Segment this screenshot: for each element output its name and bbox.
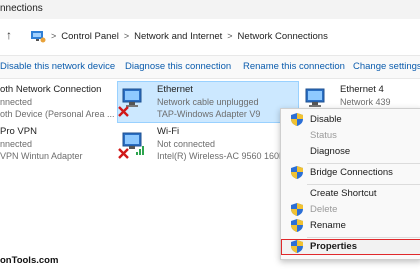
menu-item-delete[interactable]: Delete	[281, 202, 420, 218]
menu-item-properties[interactable]: Properties	[281, 239, 420, 255]
menu-item-label: Create Shortcut	[310, 188, 377, 199]
item-name: Wi-Fi	[157, 126, 180, 137]
up-arrow-icon[interactable]: ↑	[2, 28, 16, 42]
item-name: oth Network Connection	[0, 84, 102, 95]
breadcrumb-separator: >	[51, 31, 57, 41]
item-status: Network cable unplugged	[157, 97, 259, 107]
menu-separator	[307, 184, 420, 185]
menu-item-disable[interactable]: Disable	[281, 112, 420, 128]
title-bar: nnections	[0, 0, 420, 19]
menu-item-label: Disable	[310, 114, 342, 125]
item-name: Ethernet 4	[340, 84, 384, 95]
window-title: nnections	[0, 3, 43, 14]
breadcrumb-separator: >	[227, 31, 233, 41]
change-settings-command[interactable]: Change settings o	[353, 61, 420, 72]
item-name: Ethernet	[157, 84, 193, 95]
menu-item-label: Status	[310, 130, 337, 141]
rename-connection-command[interactable]: Rename this connection	[243, 61, 345, 72]
breadcrumb-network-connections[interactable]: Network Connections	[238, 31, 328, 42]
diagnose-connection-command[interactable]: Diagnose this connection	[125, 61, 231, 72]
menu-item-label: Rename	[310, 220, 346, 231]
menu-item-label: Bridge Connections	[310, 167, 393, 178]
item-status: nnected	[0, 139, 33, 149]
item-adapter: VPN Wintun Adapter	[0, 151, 83, 161]
item-status: nnected	[0, 97, 33, 107]
menu-item-label: Properties	[310, 241, 357, 252]
menu-item-bridge-connections[interactable]: Bridge Connections	[281, 165, 420, 181]
disconnected-x-icon	[118, 106, 129, 117]
menu-item-status[interactable]: Status	[281, 128, 420, 144]
address-row: ↑ > Control Panel > Network and Internet…	[0, 20, 420, 50]
breadcrumb[interactable]: > Control Panel > Network and Internet >…	[30, 27, 420, 45]
disconnected-x-icon	[118, 148, 129, 159]
menu-item-create-shortcut[interactable]: Create Shortcut	[281, 186, 420, 202]
item-status: Network 439	[340, 97, 391, 107]
breadcrumb-network-and-internet[interactable]: Network and Internet	[134, 31, 222, 42]
shield-icon	[291, 219, 303, 232]
item-adapter: oth Device (Personal Area ...	[0, 109, 115, 119]
menu-item-rename[interactable]: Rename	[281, 218, 420, 234]
menu-separator	[307, 237, 420, 238]
disable-device-command[interactable]: Disable this network device	[0, 61, 115, 72]
breadcrumb-control-panel[interactable]: Control Panel	[61, 31, 119, 42]
context-menu: Disable Status Diagnose Bridge Connectio…	[280, 108, 420, 260]
item-status: Not connected	[157, 139, 216, 149]
shield-icon	[291, 240, 303, 253]
item-adapter: TAP-Windows Adapter V9	[157, 109, 261, 119]
menu-item-label: Diagnose	[310, 146, 351, 157]
menu-separator	[307, 163, 420, 164]
item-adapter: Intel(R) Wireless-AC 9560 160MH...	[157, 151, 301, 161]
menu-item-diagnose[interactable]: Diagnose	[281, 144, 420, 160]
breadcrumb-separator: >	[123, 31, 130, 41]
shield-icon	[291, 113, 303, 126]
shield-icon	[291, 203, 303, 216]
item-name: Pro VPN	[0, 126, 37, 137]
watermark: onTools.com	[0, 255, 59, 266]
shield-icon	[291, 166, 303, 179]
command-bar: Disable this network device Diagnose thi…	[0, 55, 420, 79]
menu-item-label: Delete	[310, 204, 338, 215]
control-panel-icon	[31, 31, 46, 43]
